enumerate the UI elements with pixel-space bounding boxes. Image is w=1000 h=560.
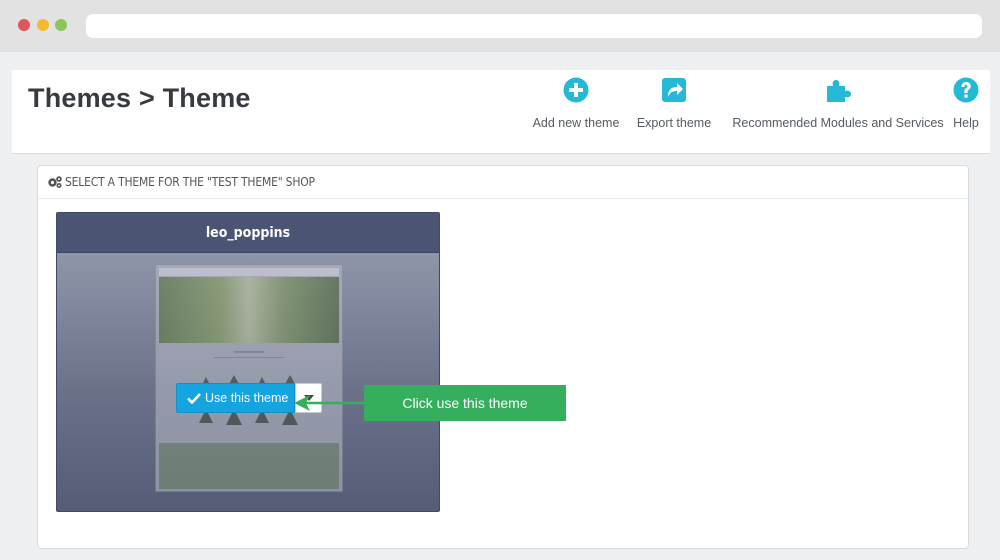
callout-annotation: Click use this theme <box>364 385 566 421</box>
page-header-toolbar: Themes > Theme Add new theme Export them… <box>12 70 990 154</box>
preview-line <box>214 357 284 358</box>
add-new-theme-label: Add new theme <box>532 116 620 130</box>
export-theme-label: Export theme <box>636 116 712 130</box>
page-title: Themes > Theme <box>28 83 251 113</box>
theme-card-header: leo_poppins <box>57 213 439 253</box>
puzzle-icon <box>827 80 851 102</box>
theme-card: leo_poppins Use this theme <box>56 212 440 512</box>
help-label: Help <box>953 116 979 130</box>
preview-line <box>234 351 264 353</box>
address-bar[interactable] <box>86 14 982 38</box>
preview-hero-image <box>159 277 339 343</box>
gears-icon <box>48 176 62 188</box>
minimize-window-button[interactable] <box>37 19 49 31</box>
close-window-button[interactable] <box>18 19 30 31</box>
preview-footer <box>159 443 339 489</box>
callout-arrow-icon <box>294 395 366 411</box>
check-icon <box>187 393 201 404</box>
help-button[interactable]: Help <box>948 76 984 130</box>
maximize-window-button[interactable] <box>55 19 67 31</box>
use-this-theme-button[interactable]: Use this theme <box>176 383 295 413</box>
export-theme-button[interactable]: Export theme <box>634 76 714 130</box>
preview-topbar <box>159 268 339 276</box>
recommended-modules-label: Recommended Modules and Services <box>732 116 944 130</box>
question-circle-icon <box>953 77 979 103</box>
page-content: Themes > Theme Add new theme Export them… <box>0 52 1000 560</box>
browser-chrome <box>0 0 1000 52</box>
add-new-theme-button[interactable]: Add new theme <box>532 76 620 130</box>
theme-selection-panel: SELECT A THEME FOR THE "TEST THEME" SHOP… <box>37 165 969 549</box>
theme-name: leo_poppins <box>205 225 291 241</box>
plus-circle-icon <box>563 77 589 103</box>
share-icon <box>662 78 686 102</box>
panel-heading: SELECT A THEME FOR THE "TEST THEME" SHOP <box>38 166 968 199</box>
use-this-theme-label: Use this theme <box>205 391 289 405</box>
panel-heading-text: SELECT A THEME FOR THE "TEST THEME" SHOP <box>65 175 315 189</box>
recommended-modules-button[interactable]: Recommended Modules and Services <box>724 76 952 130</box>
theme-preview-thumbnail <box>155 264 343 492</box>
